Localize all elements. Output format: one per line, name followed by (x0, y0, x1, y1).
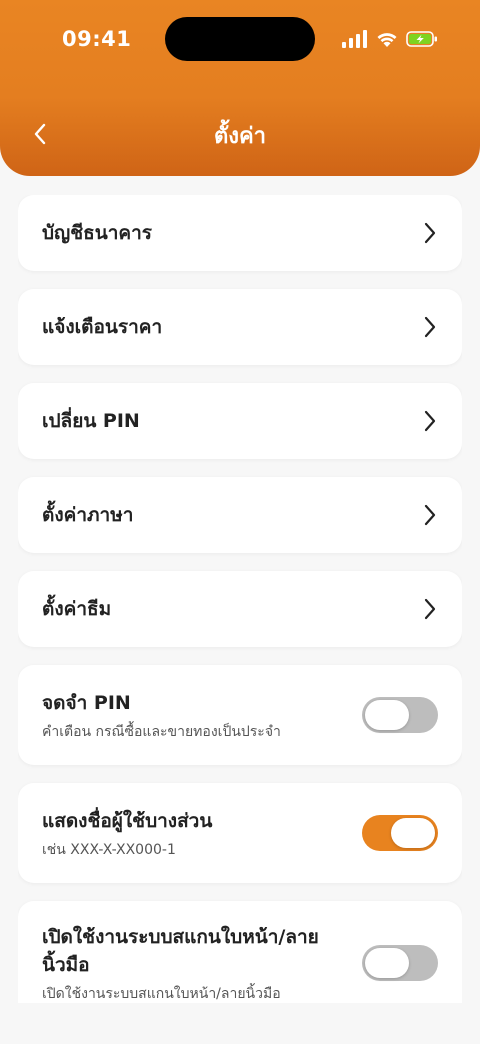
setting-title: จดจำ PIN (42, 692, 131, 714)
chevron-right-icon (424, 410, 436, 432)
menu-item-price-alert[interactable]: แจ้งเตือนราคา (18, 289, 462, 365)
setting-texts: เปิดใช้งานระบบสแกนใบหน้า/ลายนิ้วมือ เปิด… (42, 923, 362, 1003)
menu-item-bank-account[interactable]: บัญชีธนาคาร (18, 195, 462, 271)
menu-item-change-pin[interactable]: เปลี่ยน PIN (18, 383, 462, 459)
remember-pin-setting: จดจำ PIN คำเตือน กรณีซื้อและขายทองเป็นปร… (18, 665, 462, 765)
battery-icon (406, 31, 437, 47)
chevron-right-icon (424, 504, 436, 526)
menu-item-label: บัญชีธนาคาร (42, 222, 152, 244)
biometric-scan-setting: เปิดใช้งานระบบสแกนใบหน้า/ลายนิ้วมือ เปิด… (18, 901, 462, 1003)
setting-description: คำเตือน กรณีซื้อและขายทองเป็นประจำ (42, 724, 281, 740)
setting-title: แสดงชื่อผู้ใช้บางส่วน (42, 810, 213, 832)
setting-texts: แสดงชื่อผู้ใช้บางส่วน เช่น XXX-X-XX000-1 (42, 807, 362, 859)
toggle-knob (365, 700, 409, 730)
setting-description: เปิดใช้งานระบบสแกนใบหน้า/ลายนิ้วมือ (42, 986, 281, 1002)
toggle-knob (365, 948, 409, 978)
chevron-right-icon (424, 222, 436, 244)
status-icons (342, 29, 438, 49)
nav-bar: ตั้งค่า (0, 108, 480, 160)
menu-item-label: ตั้งค่าธีม (42, 598, 112, 620)
partial-username-toggle[interactable] (362, 815, 438, 851)
remember-pin-toggle[interactable] (362, 697, 438, 733)
chevron-right-icon (424, 316, 436, 338)
menu-item-label: เปลี่ยน PIN (42, 410, 140, 432)
dynamic-island (165, 17, 315, 61)
status-time: 09:41 (62, 27, 132, 51)
menu-item-theme-settings[interactable]: ตั้งค่าธีม (18, 571, 462, 647)
setting-texts: จดจำ PIN คำเตือน กรณีซื้อและขายทองเป็นปร… (42, 689, 362, 741)
biometric-scan-toggle[interactable] (362, 945, 438, 981)
wifi-icon (377, 33, 397, 47)
signal-icon (342, 30, 367, 48)
status-bar: 09:41 (0, 0, 480, 80)
setting-title: เปิดใช้งานระบบสแกนใบหน้า/ลายนิ้วมือ (42, 926, 319, 976)
setting-description: เช่น XXX-X-XX000-1 (42, 842, 176, 858)
settings-list: บัญชีธนาคาร แจ้งเตือนราคา เปลี่ยน PIN ตั… (18, 195, 462, 1003)
menu-item-language-settings[interactable]: ตั้งค่าภาษา (18, 477, 462, 553)
chevron-right-icon (424, 598, 436, 620)
page-title: ตั้งค่า (213, 124, 267, 149)
toggle-knob (391, 818, 435, 848)
header: 09:41 ตั้งค่า (0, 0, 480, 176)
menu-item-label: ตั้งค่าภาษา (42, 504, 134, 526)
menu-item-label: แจ้งเตือนราคา (42, 316, 163, 338)
partial-username-setting: แสดงชื่อผู้ใช้บางส่วน เช่น XXX-X-XX000-1 (18, 783, 462, 883)
